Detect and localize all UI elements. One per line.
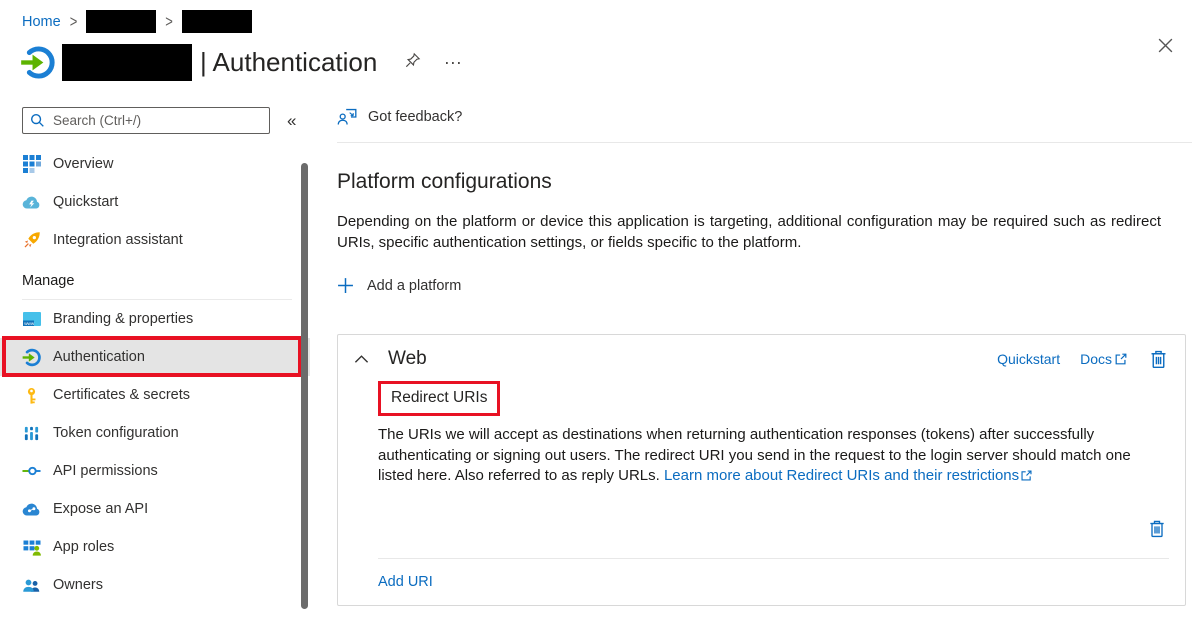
- close-icon[interactable]: [1153, 33, 1178, 61]
- sidebar: « Overview: [0, 91, 310, 612]
- got-feedback-label: Got feedback?: [368, 109, 462, 125]
- external-link-icon: [1114, 352, 1128, 366]
- redacted-breadcrumb-item[interactable]: [182, 10, 252, 33]
- search-icon: [30, 113, 45, 128]
- sidebar-item-label: Authentication: [53, 349, 145, 365]
- quickstart-link[interactable]: Quickstart: [997, 351, 1060, 367]
- breadcrumb: Home > >: [0, 0, 1200, 33]
- owners-icon: [22, 576, 41, 595]
- sidebar-item-label: Overview: [53, 156, 113, 172]
- sidebar-item-api-permissions[interactable]: API permissions: [0, 452, 310, 490]
- sidebar-item-label: Token configuration: [53, 425, 179, 441]
- app-registration-icon: [20, 45, 55, 80]
- token-configuration-icon: [22, 424, 41, 443]
- platform-configurations-description: Depending on the platform or device this…: [337, 211, 1161, 253]
- expose-api-icon: [22, 500, 41, 519]
- sidebar-item-label: Expose an API: [53, 501, 148, 517]
- sidebar-item-token-configuration[interactable]: Token configuration: [0, 414, 310, 452]
- delete-uri-button[interactable]: [1147, 518, 1167, 539]
- docs-link-label: Docs: [1080, 351, 1112, 367]
- branding-icon: www: [22, 310, 41, 329]
- docs-link[interactable]: Docs: [1080, 351, 1128, 367]
- breadcrumb-separator: >: [165, 12, 173, 31]
- redacted-app-name: [62, 44, 192, 81]
- header-divider: [337, 142, 1192, 143]
- collapse-sidebar-button[interactable]: «: [283, 109, 300, 133]
- add-platform-label: Add a platform: [367, 278, 461, 294]
- sidebar-item-owners[interactable]: Owners: [0, 566, 310, 604]
- search-input-container: [22, 107, 270, 134]
- chevron-up-icon: [354, 354, 369, 364]
- search-input[interactable]: [51, 112, 262, 129]
- sidebar-scrollbar[interactable]: [301, 163, 308, 609]
- svg-text:www: www: [24, 321, 35, 326]
- sidebar-item-authentication[interactable]: Authentication: [0, 338, 310, 376]
- main-pane: Got feedback? Platform configurations De…: [310, 91, 1200, 612]
- page-title: | Authentication: [200, 47, 377, 78]
- sidebar-item-label: API permissions: [53, 463, 158, 479]
- card-title-web: Web: [388, 348, 427, 370]
- sidebar-item-label: App roles: [53, 539, 114, 555]
- breadcrumb-separator: >: [70, 12, 78, 31]
- external-link-icon: [1020, 468, 1033, 489]
- platform-configurations-title: Platform configurations: [337, 170, 1200, 194]
- feedback-icon: [337, 107, 358, 127]
- content-area: « Overview: [0, 91, 1200, 612]
- api-permissions-icon: [22, 462, 41, 481]
- redirect-uris-heading: Redirect URIs: [391, 389, 487, 406]
- sidebar-item-label: Quickstart: [53, 194, 118, 210]
- sidebar-item-integration-assistant[interactable]: Integration assistant: [0, 221, 310, 259]
- sidebar-nav: Overview Quickstart: [0, 145, 310, 604]
- plus-icon: [337, 277, 354, 294]
- ellipsis-icon[interactable]: ...: [440, 53, 466, 71]
- redacted-breadcrumb-item[interactable]: [86, 10, 156, 33]
- add-platform-button[interactable]: Add a platform: [337, 277, 517, 294]
- quickstart-icon: [22, 193, 41, 212]
- overview-icon: [22, 155, 41, 174]
- uri-row-divider: [378, 558, 1169, 559]
- delete-platform-button[interactable]: [1148, 348, 1169, 370]
- redirect-uris-description: The URIs we will accept as destinations …: [378, 425, 1153, 489]
- sidebar-item-label: Owners: [53, 577, 103, 593]
- authentication-icon: [22, 348, 41, 367]
- sidebar-item-expose-api[interactable]: Expose an API: [0, 490, 310, 528]
- sidebar-item-branding-properties[interactable]: www Branding & properties: [0, 300, 310, 338]
- sidebar-item-quickstart[interactable]: Quickstart: [0, 183, 310, 221]
- annotation-highlight-redirect-uris: Redirect URIs: [378, 381, 500, 416]
- app-roles-icon: [22, 538, 41, 557]
- learn-more-link[interactable]: Learn more about Redirect URIs and their…: [664, 467, 1019, 484]
- sidebar-item-label: Branding & properties: [53, 311, 193, 327]
- page-header: | Authentication ...: [0, 33, 1200, 91]
- breadcrumb-home-link[interactable]: Home: [22, 14, 61, 30]
- certificates-icon: [22, 386, 41, 405]
- sidebar-section-manage: Manage: [0, 259, 310, 299]
- trash-icon: [1147, 518, 1167, 539]
- sidebar-item-label: Certificates & secrets: [53, 387, 190, 403]
- trash-icon: [1148, 348, 1169, 370]
- sidebar-item-app-roles[interactable]: App roles: [0, 528, 310, 566]
- sidebar-item-certificates-secrets[interactable]: Certificates & secrets: [0, 376, 310, 414]
- got-feedback-button[interactable]: Got feedback?: [337, 104, 497, 130]
- annotation-highlight-authentication: [2, 336, 302, 377]
- pin-icon[interactable]: [401, 49, 424, 75]
- redirect-uri-row: [378, 504, 1169, 554]
- add-uri-link[interactable]: Add URI: [378, 574, 433, 590]
- sidebar-item-overview[interactable]: Overview: [0, 145, 310, 183]
- integration-assistant-icon: [22, 231, 41, 250]
- sidebar-item-label: Integration assistant: [53, 232, 183, 248]
- collapse-card-button[interactable]: [352, 352, 371, 366]
- web-platform-card: Web Quickstart Docs: [337, 334, 1186, 606]
